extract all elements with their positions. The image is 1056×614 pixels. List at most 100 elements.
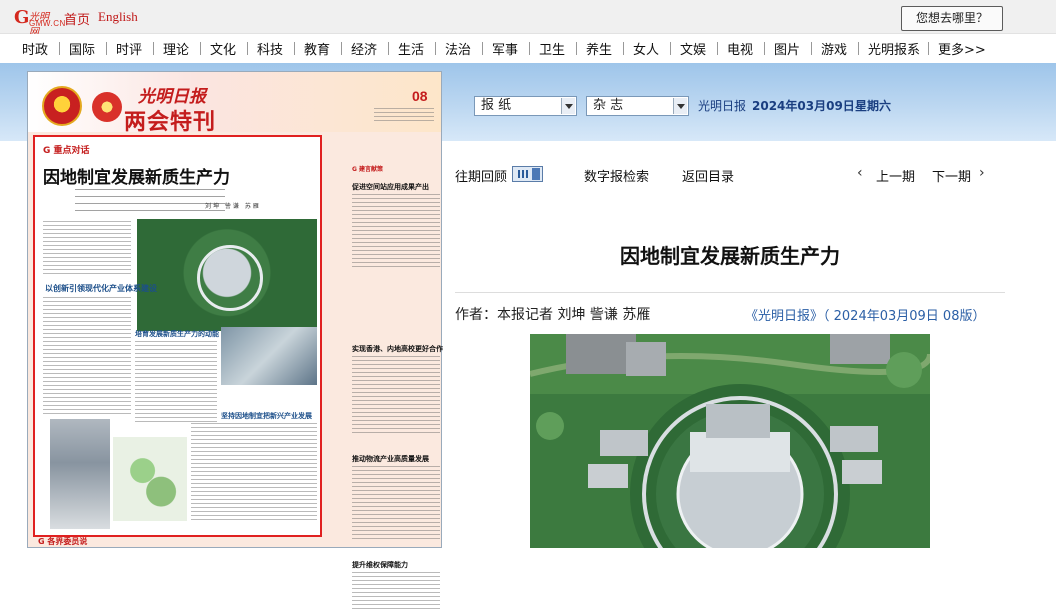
subhead-3: 坚持因地制宜把新兴产业发展 <box>221 412 312 420</box>
magazine-select[interactable]: 杂 志 <box>586 96 689 116</box>
nav-separator <box>106 42 107 55</box>
prev-issue-link[interactable]: 上一期 <box>876 166 915 185</box>
nav-separator <box>717 42 718 55</box>
nav-item-7[interactable]: 经济 <box>351 39 377 58</box>
nav-item-19[interactable]: 更多>> <box>938 39 986 58</box>
nav-item-12[interactable]: 养生 <box>586 39 612 58</box>
nav-item-6[interactable]: 教育 <box>304 39 330 58</box>
history-link[interactable]: 往期回顾 <box>455 166 507 185</box>
right-column-tag: G 建言献策 <box>352 166 384 173</box>
article-author: 作者：本报记者 刘坤 訾谦 苏雁 <box>455 307 651 323</box>
article-photo <box>530 334 930 548</box>
column-text <box>352 466 440 540</box>
right-column-head-3[interactable]: 推动物流产业高质量发展 <box>352 454 429 464</box>
nav-separator <box>482 42 483 55</box>
thumbnail-lab-photo <box>221 327 317 385</box>
article-tag: G 重点对话 <box>43 146 90 156</box>
newspaper-select[interactable]: 报 纸 <box>474 96 577 116</box>
nav-separator <box>928 42 929 55</box>
masthead-banner: 两会特刊 <box>124 110 217 135</box>
thumbnail-headline: 因地制宜发展新质生产力 <box>43 168 230 188</box>
subhead-1: 以创新引领现代化产业体系建设 <box>45 284 157 293</box>
nav-item-1[interactable]: 国际 <box>69 39 95 58</box>
nav-item-0[interactable]: 时政 <box>22 39 48 58</box>
chevron-down-icon <box>673 98 687 114</box>
top-bar: G 光明网 GMW.CN 首页 English 您想去哪里？ <box>0 0 1056 38</box>
grid-view-icon[interactable] <box>512 166 543 182</box>
nav-separator <box>59 42 60 55</box>
page-right-column[interactable]: G 建言献策 促进空间站应用成果产出 实现香港、内地高校更好合作 推动物流产业高… <box>352 164 443 614</box>
article-title: 因地制宜发展新质生产力 <box>620 244 840 268</box>
column-text <box>352 356 440 434</box>
page-number: 08 <box>412 88 428 104</box>
column-text <box>352 194 440 270</box>
nav-separator <box>858 42 859 55</box>
byline-text <box>75 189 225 215</box>
nav-separator <box>200 42 201 55</box>
nav-item-17[interactable]: 游戏 <box>821 39 847 58</box>
nav-separator <box>153 42 154 55</box>
nav-item-10[interactable]: 军事 <box>492 39 518 58</box>
nav-item-3[interactable]: 理论 <box>163 39 189 58</box>
nav-item-9[interactable]: 法治 <box>445 39 471 58</box>
issue-weekday: 星期六 <box>855 99 892 113</box>
right-column-head-4[interactable]: 提升维权保障能力 <box>352 560 408 570</box>
nav-item-15[interactable]: 电视 <box>727 39 753 58</box>
logo-letter: G <box>14 7 30 28</box>
thumbnail-byname: 刘坤 訾谦 苏雁 <box>205 203 261 210</box>
nav-separator <box>388 42 389 55</box>
column-text <box>135 341 217 425</box>
column-text <box>352 572 440 612</box>
magazine-select-value: 杂 志 <box>593 98 624 113</box>
aerial-photo-graphic <box>530 334 930 548</box>
national-emblem-icon <box>42 86 82 126</box>
page-masthead: 光明日报 两会特刊 08 <box>28 72 441 135</box>
paper-name: 光明日报 <box>698 99 747 113</box>
main-nav: 时政 国际 时评 理论 文化 科技 教育 经济 生活 法治 军事 卫生 养生 女人 文娱 电视 图片 游戏 光明报系… <box>0 34 1056 63</box>
chevron-down-icon <box>561 98 575 114</box>
logo-english: GMW.CN <box>29 19 66 28</box>
nav-separator <box>341 42 342 55</box>
thumbnail-factory-photo <box>50 419 110 529</box>
thumbnail-aerial-photo <box>137 219 317 331</box>
nav-separator <box>811 42 812 55</box>
issue-date: 2024年03月09日 <box>752 99 855 113</box>
nav-item-2[interactable]: 时评 <box>116 39 142 58</box>
nav-separator <box>294 42 295 55</box>
right-column-head-1[interactable]: 促进空间站应用成果产出 <box>352 182 429 192</box>
nav-item-5[interactable]: 科技 <box>257 39 283 58</box>
nav-item-11[interactable]: 卫生 <box>539 39 565 58</box>
article-source[interactable]: 《光明日报》（ 2024年03月09日 08版） <box>745 305 985 324</box>
masthead-meta-text <box>374 108 434 124</box>
nav-separator <box>247 42 248 55</box>
digital-search-link[interactable]: 数字报检索 <box>584 166 649 185</box>
cppcc-emblem-icon <box>92 92 122 122</box>
newspaper-select-value: 报 纸 <box>481 98 512 113</box>
chevron-left-icon[interactable]: ‹ <box>857 165 863 181</box>
nav-item-16[interactable]: 图片 <box>774 39 800 58</box>
column-text <box>43 221 131 275</box>
next-issue-link[interactable]: 下一期 <box>932 166 971 185</box>
home-link[interactable]: 首页 <box>64 9 90 28</box>
back-to-contents-link[interactable]: 返回目录 <box>682 166 734 185</box>
nav-item-18[interactable]: 光明报系 <box>868 39 920 58</box>
nav-separator <box>529 42 530 55</box>
nav-separator <box>670 42 671 55</box>
thumbnail-infographic <box>113 437 187 521</box>
nav-separator <box>623 42 624 55</box>
english-link[interactable]: English <box>98 9 138 25</box>
nav-separator <box>576 42 577 55</box>
gmw-logo[interactable]: G 光明网 GMW.CN <box>14 7 65 38</box>
nav-item-8[interactable]: 生活 <box>398 39 424 58</box>
right-column-head-2[interactable]: 实现香港、内地高校更好合作 <box>352 344 443 354</box>
column-text <box>191 423 317 523</box>
nav-item-13[interactable]: 女人 <box>633 39 659 58</box>
chevron-right-icon[interactable]: › <box>979 165 985 181</box>
nav-item-4[interactable]: 文化 <box>210 39 236 58</box>
nav-separator <box>764 42 765 55</box>
selected-article-region[interactable]: G 重点对话 因地制宜发展新质生产力 刘坤 訾谦 苏雁 以创新引领现代化产业体系… <box>33 135 322 537</box>
title-divider <box>455 292 1005 293</box>
where-to-go-button[interactable]: 您想去哪里？ <box>901 6 1003 31</box>
column-text <box>43 297 131 415</box>
nav-item-14[interactable]: 文娱 <box>680 39 706 58</box>
